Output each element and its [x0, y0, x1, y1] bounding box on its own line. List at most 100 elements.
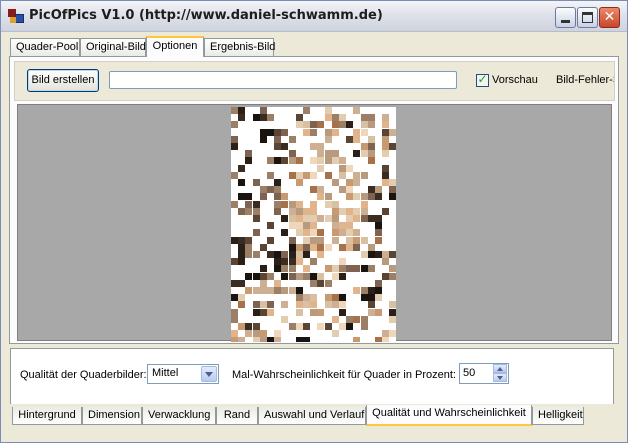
mosaic-tile — [361, 172, 368, 179]
mosaic-tile — [260, 273, 267, 280]
mosaic-tile — [361, 294, 368, 301]
mosaic-tile — [361, 143, 368, 150]
tab-ergebnis-bild[interactable]: Ergebnis-Bild — [204, 38, 275, 56]
mosaic-tile — [253, 323, 260, 330]
mosaic-tile — [231, 330, 238, 337]
mosaic-tile — [260, 114, 267, 121]
chevron-down-icon[interactable] — [201, 366, 217, 382]
mosaic-tile — [389, 273, 396, 280]
probability-value[interactable]: 50 — [463, 367, 475, 379]
mosaic-tile — [303, 215, 310, 222]
mosaic-tile — [361, 208, 368, 215]
mosaic-tile — [353, 208, 360, 215]
mosaic-tile — [325, 136, 332, 143]
tab-original-bild[interactable]: Original-Bild — [80, 38, 146, 56]
spinner-down-icon[interactable] — [493, 373, 507, 382]
mosaic-tile — [310, 273, 317, 280]
preview-checkbox[interactable]: ✓ — [476, 72, 489, 87]
close-button[interactable]: ✕ — [599, 7, 620, 28]
mosaic-tile — [317, 229, 324, 236]
mosaic-tile — [332, 129, 339, 136]
tab-label: Helligkeit — [538, 409, 583, 421]
window-title: PicOfPics V1.0 (http://www.daniel-schwam… — [29, 8, 383, 23]
mosaic-tile — [339, 157, 346, 164]
mosaic-tile — [238, 323, 245, 330]
mosaic-tile — [332, 179, 339, 186]
mosaic-tile — [310, 229, 317, 236]
mosaic-tile — [267, 186, 274, 193]
mosaic-tile — [231, 309, 238, 316]
tab-dimension[interactable]: Dimension — [82, 407, 142, 425]
mosaic-tile — [238, 301, 245, 308]
mosaic-tile — [303, 337, 310, 342]
mosaic-tile — [303, 107, 310, 114]
mosaic-tile — [339, 172, 346, 179]
mosaic-tile — [260, 337, 267, 342]
mosaic-tile — [339, 323, 346, 330]
mosaic-tile — [253, 301, 260, 308]
mosaic-tile — [368, 143, 375, 150]
preview-checkbox-label[interactable]: Vorschau — [492, 74, 538, 86]
quality-select[interactable]: Mittel — [147, 364, 219, 384]
maximize-button[interactable] — [577, 7, 598, 28]
mosaic-tile — [353, 172, 360, 179]
tab-helligkeit[interactable]: Helligkeit — [532, 407, 584, 425]
mosaic-tile — [303, 129, 310, 136]
mosaic-tile — [231, 337, 238, 342]
mosaic-tile — [389, 316, 396, 323]
mosaic-tile — [310, 143, 317, 150]
mosaic-tile — [339, 186, 346, 193]
mosaic-tile — [303, 222, 310, 229]
mosaic-tile — [310, 301, 317, 308]
minimize-button[interactable] — [555, 7, 576, 28]
tab-auswahl-und-verlauf[interactable]: Auswahl und Verlauf — [258, 407, 366, 425]
spinner-up-icon[interactable] — [493, 364, 507, 373]
mosaic-tile — [317, 323, 324, 330]
mosaic-tile — [274, 143, 281, 150]
mosaic-tile — [238, 208, 245, 215]
mosaic-tile — [281, 215, 288, 222]
mosaic-tile — [238, 237, 245, 244]
mosaic-tile — [368, 244, 375, 251]
tab-quader-pool[interactable]: Quader-Pool — [10, 38, 80, 56]
mosaic-tile — [353, 287, 360, 294]
title-bar[interactable]: PicOfPics V1.0 (http://www.daniel-schwam… — [1, 1, 627, 32]
mosaic-tile — [238, 294, 245, 301]
probability-spinner[interactable]: 50 — [459, 363, 509, 384]
tab-rand[interactable]: Rand — [216, 407, 258, 425]
mosaic-tile — [389, 129, 396, 136]
mosaic-tile — [303, 301, 310, 308]
mosaic-tile — [260, 287, 267, 294]
mosaic-tile — [332, 330, 339, 337]
mosaic-tile — [296, 172, 303, 179]
mosaic-tile — [267, 157, 274, 164]
mosaic-tile — [375, 186, 382, 193]
create-image-button[interactable]: Bild erstellen — [27, 69, 99, 92]
mosaic-tile — [274, 251, 281, 258]
mosaic-tile — [260, 265, 267, 272]
mosaic-tile — [310, 215, 317, 222]
mosaic-tile — [289, 208, 296, 215]
mosaic-tile — [368, 121, 375, 128]
mosaic-tile — [260, 129, 267, 136]
mosaic-tile — [317, 150, 324, 157]
mosaic-tile — [368, 157, 375, 164]
mosaic-tile — [296, 273, 303, 280]
mosaic-tile — [389, 143, 396, 150]
mosaic-tile — [238, 165, 245, 172]
tab-hintergrund[interactable]: Hintergrund — [12, 407, 82, 425]
tab-verwacklung[interactable]: Verwacklung — [142, 407, 216, 425]
mosaic-tile — [274, 330, 281, 337]
mosaic-tile — [361, 114, 368, 121]
mosaic-tile — [325, 323, 332, 330]
tab-optionen[interactable]: Optionen — [146, 36, 204, 57]
mosaic-tile — [375, 294, 382, 301]
tab-qualitaet-und-wahrscheinlichkeit[interactable]: Qualität und Wahrscheinlichkeit — [366, 405, 532, 426]
mosaic-tile — [274, 265, 281, 272]
mosaic-tile — [339, 309, 346, 316]
mosaic-tile — [296, 251, 303, 258]
mosaic-tile — [368, 136, 375, 143]
maximize-icon — [582, 12, 593, 23]
mosaic-tile — [253, 114, 260, 121]
mosaic-tile — [361, 150, 368, 157]
